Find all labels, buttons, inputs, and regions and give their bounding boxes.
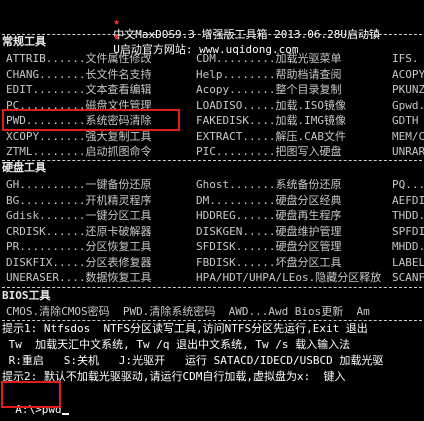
common-tool-item: Acopy.......整个目录复制 [196,83,342,96]
disk-tool-item: LABEL [392,255,424,269]
hint-line-2: Tw 加载天汇中文系统, Tw /q 退出中文系统, Tw /s 载入输入法 [2,338,351,351]
divider [2,34,422,35]
text-cursor [61,413,69,415]
divider [2,320,422,321]
common-tool-item: EXTRACT.....解压.CAB文件 [196,129,346,143]
disk-tool-item: Gdisk.......一键分区工具 [6,209,152,222]
star-icon: ★ [113,30,120,43]
disk-tool-item: PR..........分区恢复工具 [6,240,152,253]
disk-tool-item: PQ... [392,178,424,191]
common-tool-item: Help........帮助档请查阅 [196,67,342,81]
disk-tool-item: SPFDI [392,224,424,238]
disk-tool-item: UNERASER....数据恢复工具 [6,271,152,284]
disk-tool-item: GH..........一键备份还原 [6,178,152,191]
disk-tool-item: HDDREG......硬盘再生程序 [196,209,342,222]
highlight-pwd-entry [2,109,180,131]
common-tool-item: UNRAR [392,145,424,158]
hint-line-1: 提示1: Ntfsdos NTFS分区读写工具,访问NTFS分区先运行,Exit… [2,322,368,335]
divider [2,287,422,288]
disk-tool-item: SCANF [392,271,424,284]
section-title-bios: BIOS工具 [2,289,51,302]
site-line: ★ U启动官方网站: www.uqidong.com [113,30,299,56]
common-tool-item: GDTH [392,114,419,127]
divider [2,160,422,161]
disk-tool-item: DISKGEN.....硬盘维护管理 [196,224,342,238]
disk-tool-item: Ghost.......系统备份还原 [196,178,342,191]
common-tool-item: Gpwd. [392,98,424,112]
disk-tool-item: MHDD. [392,240,424,253]
common-tool-item: PKUNZ [392,83,424,96]
disk-tool-item: AEFDI [392,193,424,207]
common-tool-item: ACOPY [392,67,424,81]
bios-tools-line: CMOS.清除CMOS密码 PWD.清除系统密码 AWD...Awd Bios更… [6,305,370,318]
common-tool-item: XCOPY.......强大复制工具 [6,129,152,143]
disk-tool-item: THDD. [392,209,424,222]
section-title-disk: 硬盘工具 [2,161,46,174]
common-tool-item: MEM/C [392,129,424,143]
disk-tool-item: BG..........开机精灵程序 [6,193,152,207]
common-tool-item: FAKEDISK....加载.IMG镜像 [196,114,346,127]
common-tool-item: ATTRIB......文件属性修改 [6,52,152,65]
highlight-pwd-command [1,381,61,408]
common-tool-item: IFS. [392,52,419,65]
disk-tool-item: CRDISK......还原卡破解器 [6,224,152,238]
hint-line-3: R:重启 S:关机 J:光驱开 运行 SATACD/IDECD/USBCD 加载… [2,354,384,367]
disk-tool-item: HPA/HDT/UHPA/LEos.隐藏分区释放 [196,271,382,284]
common-tool-item: EDIT........文本查看编辑 [6,83,152,96]
disk-tool-item: DM..........硬盘分区经典 [196,193,342,207]
disk-tool-item: DISKFIX.....分区表修复器 [6,255,152,269]
window-title: ★ 中文MaxDOS9.3 增强版工具箱 2013.06.28U启动镇 [113,15,380,41]
common-tool-item: CDM.........加载光驱菜单 [196,52,342,65]
common-tool-item: ZTML........启动抓图命令 [6,145,152,158]
common-tool-item: PIC.........把图写入硬盘 [196,145,342,158]
common-tool-item: CHANG.......长文件名支持 [6,67,152,81]
disk-tool-item: SFDISK......硬盘分区管理 [196,240,342,253]
disk-tool-item: FBDISK......坏盘分区工具 [196,255,342,269]
common-tool-item: LOADISO.....加载.ISO镜像 [196,98,346,112]
section-title-common: 常规工具 [2,35,46,48]
